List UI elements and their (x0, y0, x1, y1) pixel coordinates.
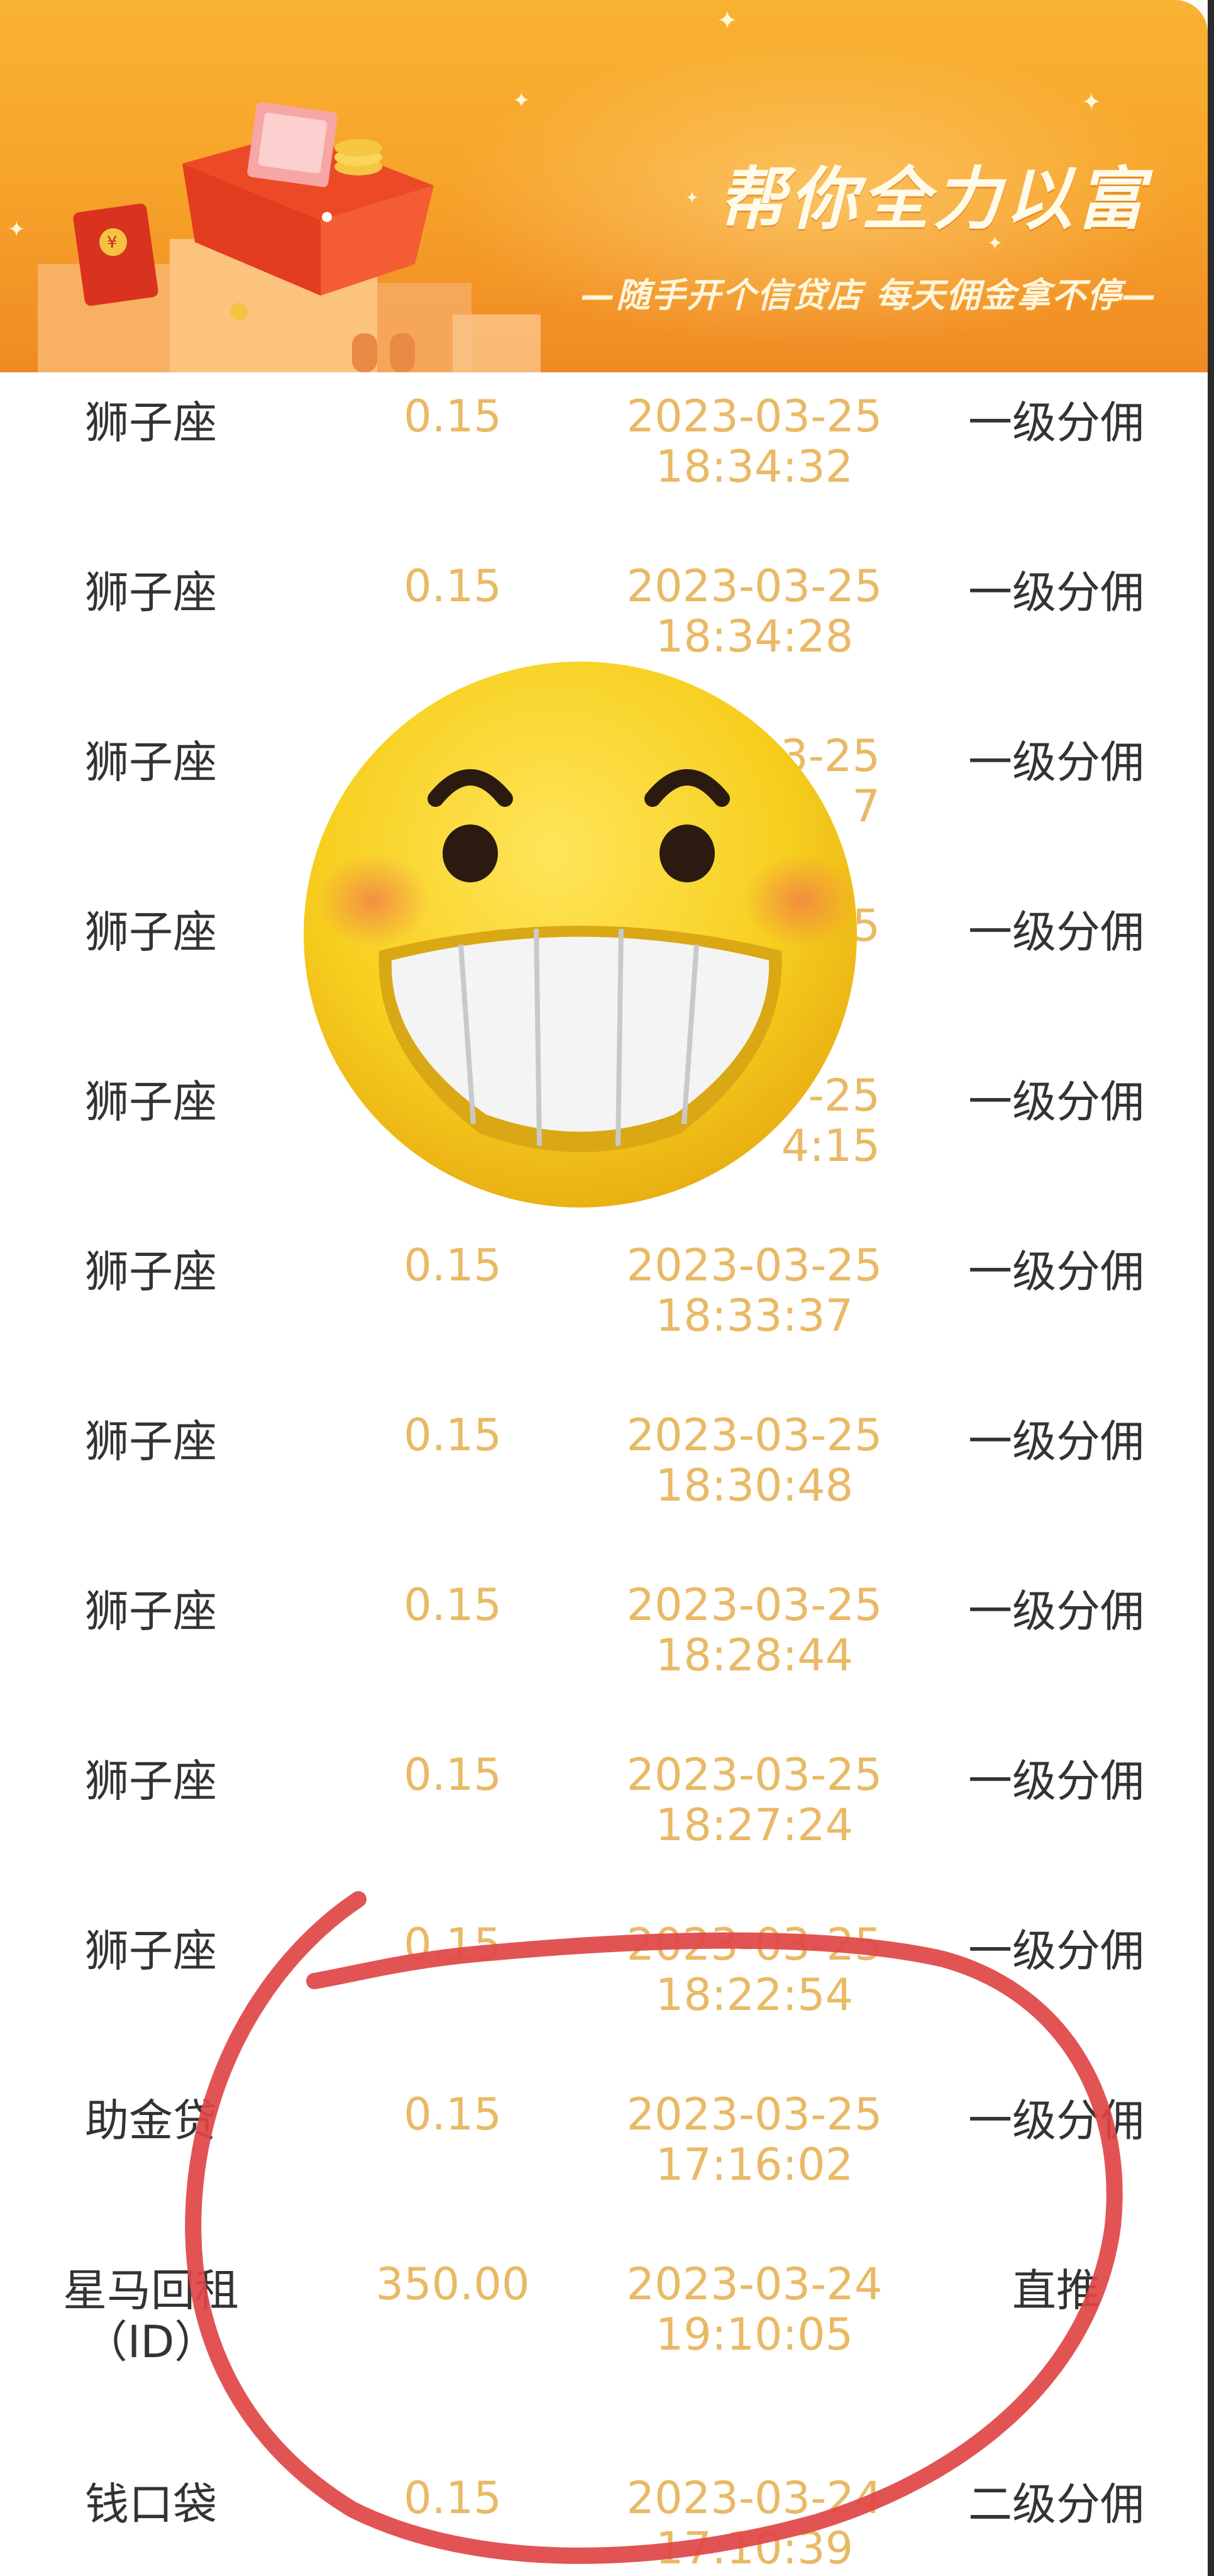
record-date: 2023-03-24 (626, 2258, 883, 2310)
record-date: 2023-03-24 (626, 2472, 883, 2524)
record-amount: 0.15 (404, 1919, 502, 1970)
record-type: 一级分佣 (968, 567, 1144, 618)
record-amount: 350.00 (375, 2258, 530, 2310)
record-name: 狮子座 (85, 1755, 217, 1807)
record-date: 2023-03-25 (626, 2089, 883, 2140)
record-amount: 0.15 (404, 391, 502, 442)
record-name: 星马回租 (63, 2265, 239, 2316)
record-date: 2023-03-25 (626, 1749, 883, 1801)
record-type: 一级分佣 (968, 906, 1144, 958)
record-amount: 0.15 (404, 1749, 502, 1801)
list-item[interactable]: 狮子座 0.15 2023-03-25 18:33:37 一级分佣 (0, 1226, 1208, 1377)
record-time: 18:34:32 (655, 441, 854, 492)
record-name: 狮子座 (85, 1076, 217, 1128)
record-time: 18:27:24 (655, 1799, 854, 1851)
record-type: 一级分佣 (968, 736, 1144, 788)
grinning-emoji-icon (304, 662, 857, 1208)
gift-box-icon: ¥ (38, 102, 541, 372)
record-time: 19:10:05 (655, 2309, 854, 2360)
screen-edge (1208, 0, 1214, 2576)
list-item[interactable]: 星马回租 （ID） 350.00 2023-03-24 19:10:05 直推 (0, 2245, 1208, 2396)
banner-subtitle: —随手开个信贷店 每天佣金拿不停— (581, 275, 1157, 315)
record-amount: 0.15 (404, 1240, 502, 1291)
record-name: 助金贷 (85, 2095, 217, 2146)
record-time: 17:16:02 (655, 2139, 854, 2190)
record-time: 18:28:44 (655, 1629, 854, 1681)
record-type: 二级分佣 (968, 2479, 1144, 2530)
sparkle-icon: ✦ (685, 189, 699, 208)
record-name: 狮子座 (85, 906, 217, 958)
record-time: 18:22:54 (655, 1969, 854, 2021)
record-date: 2023-03-25 (626, 1409, 883, 1461)
sparkle-icon: ✦ (717, 6, 738, 35)
record-name-suffix: （ID） (83, 2316, 219, 2368)
record-type: 一级分佣 (968, 397, 1144, 448)
record-type: 一级分佣 (968, 1585, 1144, 1637)
list-item[interactable]: 狮子座 0.15 2023-03-25 18:30:48 一级分佣 (0, 1396, 1208, 1547)
sparkle-icon: ✦ (1081, 88, 1101, 116)
record-name: 狮子座 (85, 397, 217, 448)
record-type: 一级分佣 (968, 1925, 1144, 1977)
record-name: 狮子座 (85, 736, 217, 788)
record-type: 一级分佣 (968, 1755, 1144, 1807)
record-time: 18:33:37 (655, 1290, 854, 1341)
record-amount: 0.15 (404, 2089, 502, 2140)
record-name: 狮子座 (85, 1925, 217, 1977)
record-type: 直推 (1012, 2265, 1100, 2316)
record-date: 2023-03-25 (626, 560, 883, 612)
list-item[interactable]: 狮子座 0.15 2023-03-25 18:27:24 一级分佣 (0, 1736, 1208, 1887)
record-type: 一级分佣 (968, 1246, 1144, 1297)
record-time: 18:34:28 (655, 611, 854, 662)
record-time: 17:10:39 (655, 2523, 854, 2574)
list-item[interactable]: 钱口袋 0.15 2023-03-24 17:10:39 二级分佣 (0, 2459, 1208, 2576)
record-amount: 0.15 (404, 1579, 502, 1631)
record-date: 2023-03-25 (626, 391, 883, 442)
record-amount: 0.15 (404, 1409, 502, 1461)
commission-records-page: ✦ ✦ ✦ ✦ ✦ ✦ ✦ ¥ (0, 0, 1214, 2576)
red-envelope-icon: ¥ (73, 203, 158, 306)
record-type: 一级分佣 (968, 2095, 1144, 2146)
record-date: 2023-03-25 (626, 1919, 883, 1970)
record-time: 18:30:48 (655, 1460, 854, 1511)
record-name: 狮子座 (85, 1416, 217, 1467)
svg-text:¥: ¥ (107, 233, 118, 252)
record-amount: 0.15 (404, 2472, 502, 2524)
record-type: 一级分佣 (968, 1416, 1144, 1467)
record-name: 钱口袋 (85, 2479, 217, 2530)
list-item[interactable]: 狮子座 0.15 2023-03-25 18:34:32 一级分佣 (0, 377, 1208, 528)
banner-title: 帮你全力以富 (717, 160, 1148, 239)
list-item[interactable]: 狮子座 0.15 2023-03-25 18:22:54 一级分佣 (0, 1906, 1208, 2057)
record-amount: 0.15 (404, 560, 502, 612)
list-item[interactable]: 助金贷 0.15 2023-03-25 17:16:02 一级分佣 (0, 2075, 1208, 2226)
record-name: 狮子座 (85, 1585, 217, 1637)
record-date: 2023-03-25 (626, 1240, 883, 1291)
list-item[interactable]: 狮子座 0.15 2023-03-25 18:28:44 一级分佣 (0, 1566, 1208, 1717)
record-name: 狮子座 (85, 1246, 217, 1297)
promo-banner[interactable]: ✦ ✦ ✦ ✦ ✦ ✦ ✦ ¥ (0, 0, 1208, 372)
record-name: 狮子座 (85, 567, 217, 618)
record-date: 2023-03-25 (626, 1579, 883, 1631)
record-type: 一级分佣 (968, 1076, 1144, 1128)
